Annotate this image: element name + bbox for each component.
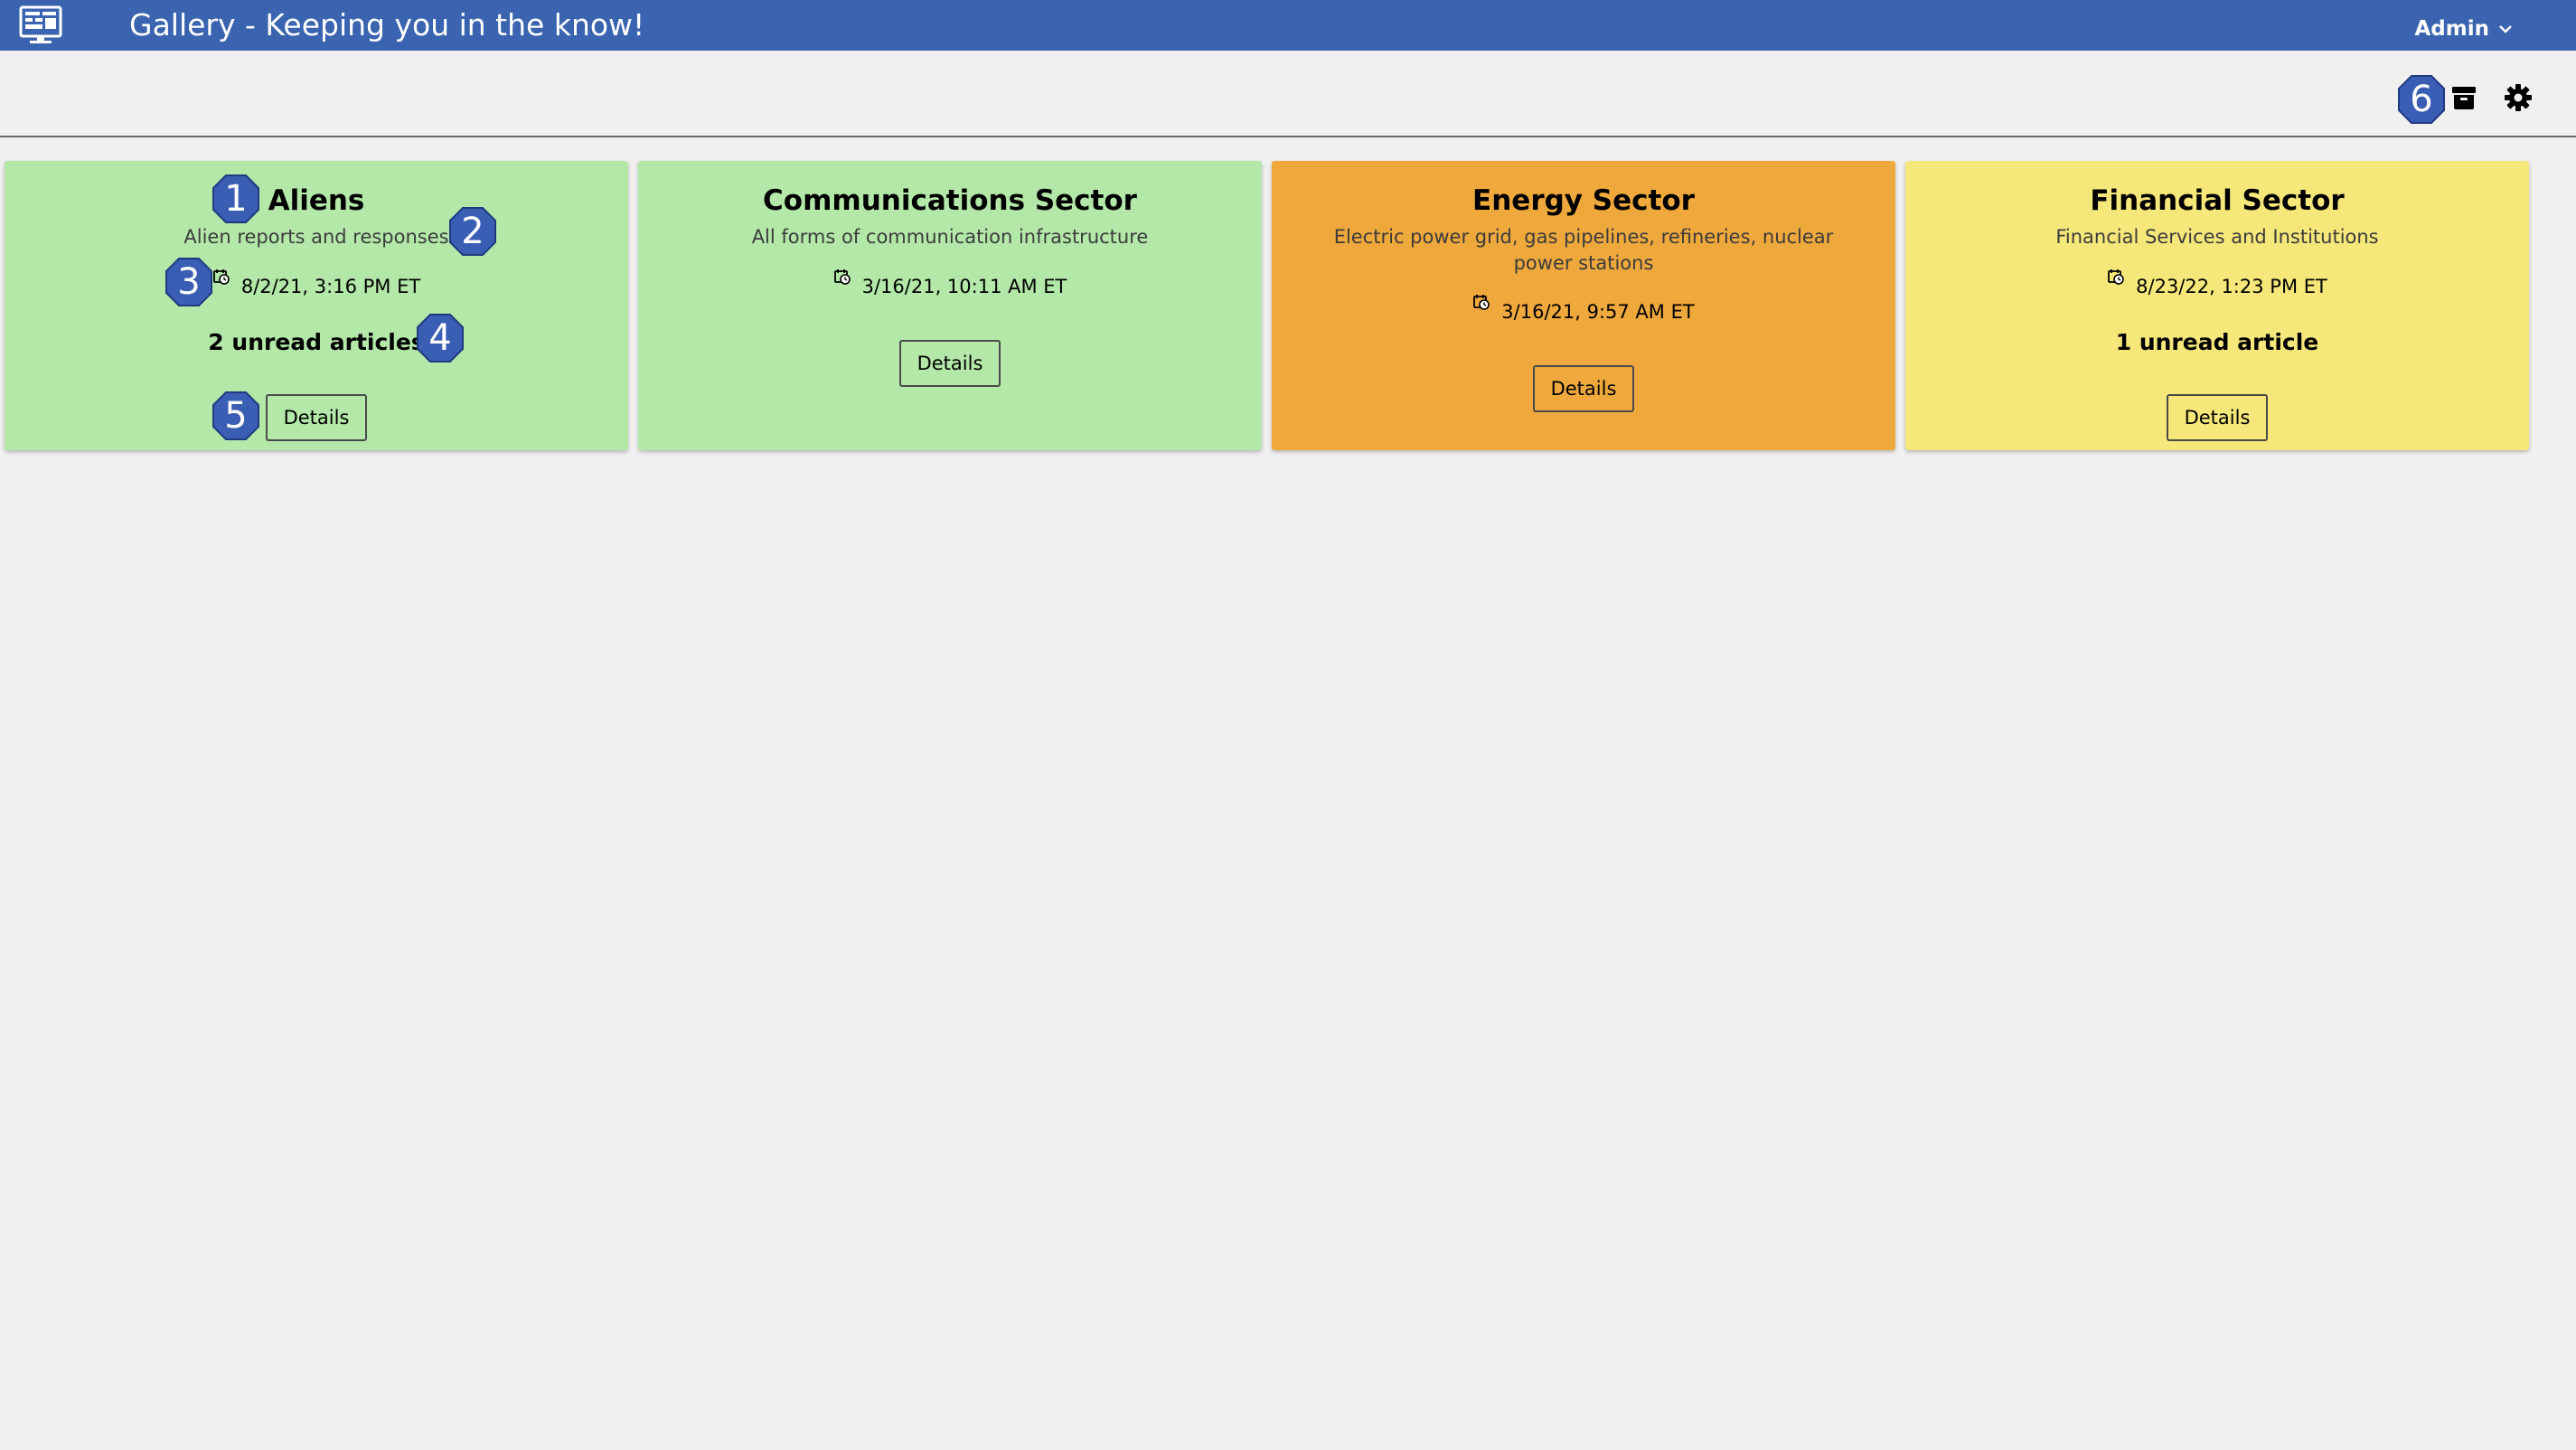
card-title: Aliens [268,184,365,217]
card-date-text: 8/23/22, 1:23 PM ET [2136,276,2327,297]
callout-number: 5 [224,395,248,437]
calendar-clock-icon [833,269,851,285]
card-energy-sector: Energy Sector Electric power grid, gas p… [1272,161,1895,450]
card-date: 3/16/21, 10:11 AM ET [638,269,1262,300]
callout-number: 2 [461,211,484,252]
callout-number: 1 [224,178,248,220]
card-date: 8/2/21, 3:16 PM ET [5,269,628,300]
card-description: Financial Services and Institutions [2055,226,2379,248]
gear-icon [2505,84,2532,111]
details-button[interactable]: Details [2167,394,2268,441]
card-communications-sector: Communications Sector All forms of commu… [638,161,1262,450]
toolbar: 6 [0,51,2576,137]
callout-marker: 6 [2397,74,2446,125]
user-menu[interactable]: Admin [2415,11,2515,47]
card-title: Communications Sector [763,184,1137,217]
archive-icon [2452,87,2476,109]
details-button[interactable]: Details [266,394,367,441]
calendar-clock-icon [2108,269,2124,285]
user-menu-label: Admin [2414,17,2490,41]
card-date-text: 3/16/21, 9:57 AM ET [1501,301,1695,323]
calendar-clock-icon [1473,295,1490,310]
card-date-text: 8/2/21, 3:16 PM ET [240,276,421,297]
card-title: Financial Sector [2090,184,2345,217]
monitor-dashboard-icon[interactable] [18,5,63,45]
card-date: 3/16/21, 9:57 AM ET [1272,295,1895,325]
card-aliens: Aliens Alien reports and responses 8/2/2… [5,161,628,450]
app-bar: Gallery - Keeping you in the know! Admin [0,0,2576,51]
card-description: All forms of communication infrastructur… [751,226,1149,248]
callout-marker: 2 [448,206,497,257]
callout-marker: 3 [165,257,213,307]
card-date: 8/23/22, 1:23 PM ET [1905,269,2529,300]
card-financial-sector: Financial Sector Financial Services and … [1905,161,2529,450]
callout-number: 3 [177,261,201,303]
card-description: Electric power grid, gas pipelines, refi… [1333,226,1834,274]
settings-button[interactable] [2500,80,2536,116]
chevron-down-icon [2499,25,2512,33]
callout-marker: 5 [212,391,260,441]
callout-marker: 4 [416,313,465,363]
card-unread-count: 1 unread article [2115,329,2319,355]
card-date-text: 3/16/21, 10:11 AM ET [861,276,1067,297]
callout-number: 6 [2410,79,2433,120]
callout-number: 4 [428,317,452,359]
calendar-clock-icon [212,269,230,285]
details-button[interactable]: Details [1533,365,1634,412]
archive-button[interactable] [2446,80,2482,116]
callout-marker: 1 [212,174,260,224]
details-button[interactable]: Details [899,340,1001,387]
app-title: Gallery - Keeping you in the know! [129,7,645,42]
card-title: Energy Sector [1472,184,1695,217]
card-unread-count: 2 unread articles [208,329,425,355]
